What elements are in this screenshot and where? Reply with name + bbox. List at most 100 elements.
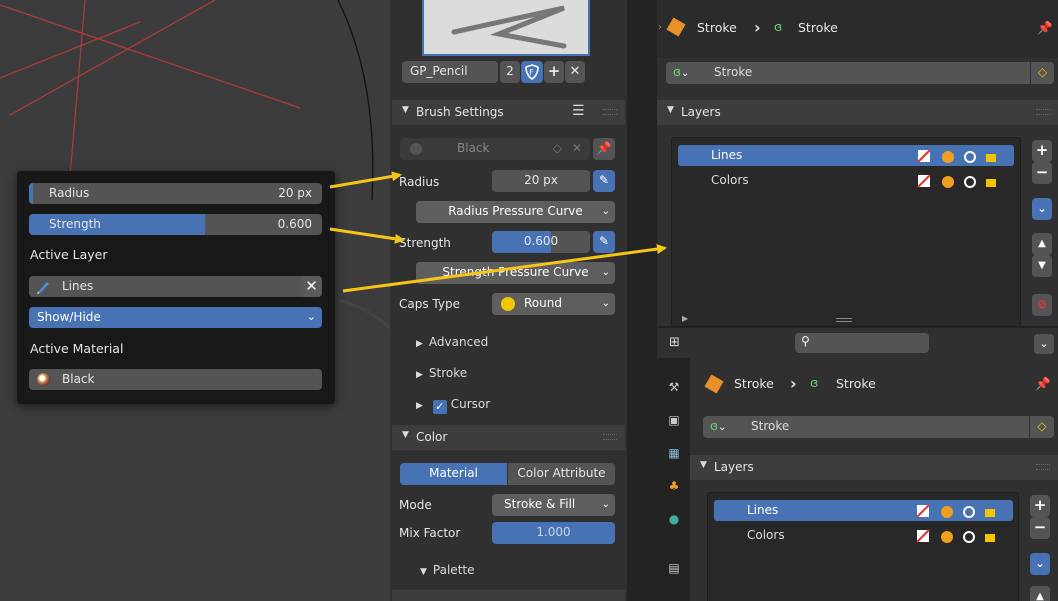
strength-pressure-icon[interactable]: ✎ [593,231,615,253]
remove-layer-button[interactable]: − [1032,162,1052,184]
active-layer-heading: Active Layer [30,247,108,262]
strength-value: 0.600 [523,234,559,248]
world-tab-icon[interactable]: ● [664,512,684,532]
tab-color-attribute[interactable]: Color Attribute [508,463,615,485]
remove-layer-button[interactable]: − [1030,517,1050,539]
caps-type-dropdown[interactable]: Round ⌄ [492,293,615,315]
crumb-data: Stroke [798,20,838,35]
mix-factor-field[interactable]: 1.000 [492,522,615,544]
data-browse-button[interactable]: ɞ⌄ [666,62,711,84]
layer-name: Lines [747,503,779,517]
show-hide-dropdown[interactable]: Show/Hide ⌄ [29,307,322,328]
collapsed-triangle-icon: ▶ [416,401,423,411]
editor-type-icon[interactable]: ⊞ [669,335,680,350]
cursor-subpanel[interactable]: ▶ ✓ Cursor [416,397,490,414]
chevron-down-icon: ⌄ [601,499,610,510]
pin-icon[interactable]: 📌 [1035,376,1051,392]
brush-name-field[interactable]: GP_Pencil [402,61,498,83]
crumb-object: Stroke [697,20,737,35]
expanded-triangle-icon: ▼ [700,460,707,470]
radius-field[interactable]: 20 px [492,170,590,192]
active-material-field[interactable]: Black [29,369,322,390]
data-browse-button[interactable]: ɞ⌄ [703,416,748,438]
move-down-button[interactable]: ▼ [1032,255,1052,277]
search-icon: ⚲ [801,334,810,348]
layer-toggle-icons[interactable] [916,503,1005,519]
list-item[interactable]: Lines [714,500,1013,521]
svg-text:F: F [529,68,534,77]
layer-toggle-icons[interactable] [917,173,1006,189]
tab-material[interactable]: Material [400,463,507,485]
list-item[interactable]: Colors [714,525,1013,546]
add-layer-button[interactable]: + [1032,140,1052,162]
tool-tab-icon[interactable]: ⚒ [664,380,684,400]
radius-curve-label: Radius Pressure Curve [448,204,583,218]
user-count[interactable]: 2 [500,61,520,83]
stroke-data-icon: ɞ [810,375,819,390]
scene-tab-icon[interactable]: ♣ [664,479,684,499]
next-section-header[interactable] [392,590,625,601]
radius-pressure-icon[interactable]: ✎ [593,170,615,192]
unlink-brush-button[interactable]: ✕ [565,61,585,83]
fake-user-shield-icon[interactable]: F [521,61,543,83]
radius-slider[interactable]: Radius 20 px [29,183,322,204]
add-layer-button[interactable]: + [1030,495,1050,517]
layer-name: Lines [711,148,743,162]
cursor-checkbox[interactable]: ✓ [432,400,447,414]
options-dropdown[interactable]: ⌄ [1034,334,1054,354]
strength-curve-dropdown[interactable]: Strength Pressure Curve ⌄ [416,262,615,284]
clear-layer-button[interactable]: ✕ [301,276,322,297]
radius-curve-dropdown[interactable]: Radius Pressure Curve ⌄ [416,201,615,223]
move-up-button[interactable]: ▲ [1030,586,1050,601]
collapsed-triangle-icon[interactable]: ▶ [682,314,688,323]
brush-settings-header[interactable]: ▼ Brush Settings ☰ [392,100,625,125]
move-up-button[interactable]: ▲ [1032,233,1052,255]
mode-dropdown[interactable]: Stroke & Fill ⌄ [492,494,615,516]
drag-grip-icon[interactable] [1036,109,1050,115]
layers-list[interactable]: Lines Colors ▶ [671,137,1021,327]
layer-specials-button[interactable]: ⌄ [1030,553,1050,575]
stroke-subpanel[interactable]: ▶ Stroke [416,366,467,380]
resize-grip-icon[interactable] [836,318,852,322]
layer-toggle-icons[interactable] [917,148,1006,164]
brush-stroke-preview-icon [451,5,567,49]
strength-slider[interactable]: 0.600 [492,231,590,253]
list-item[interactable]: Colors [678,170,1014,191]
strength-label: Strength [399,236,451,250]
brush-material-field[interactable]: Black ◇ ✕ [400,138,590,160]
drag-grip-icon[interactable] [1036,464,1050,470]
strength-slider[interactable]: Strength 0.600 [29,214,322,235]
fake-user-shield-icon[interactable]: ◇ [1030,416,1054,438]
data-name-field[interactable]: Stroke [743,416,1029,438]
fake-user-shield-icon[interactable]: ◇ [1031,62,1054,84]
brush-properties-panel: GP_Pencil 2 F + ✕ ▼ Brush Settings ☰ Bla… [390,0,627,601]
new-brush-button[interactable]: + [544,61,564,83]
list-item[interactable]: Lines [678,145,1014,166]
color-header[interactable]: ▼ Color [392,425,625,450]
pin-icon[interactable]: 📌 [1037,20,1053,36]
list-icon[interactable]: ☰ [572,103,585,119]
expanded-triangle-icon: ▼ [420,567,427,577]
crumb-separator-icon: › [754,18,761,37]
layers-header[interactable]: ▼ Layers [657,100,1058,125]
layer-specials-button[interactable]: ⌄ [1032,198,1052,220]
layers-header[interactable]: ▼ Layers [690,455,1058,480]
advanced-subpanel[interactable]: ▶ Advanced [416,335,488,349]
show-hide-value: Show/Hide [37,310,101,324]
data-name-field[interactable]: Stroke [706,62,1030,84]
layer-name: Colors [711,173,749,187]
chevron-down-icon: ⌄ [601,298,610,309]
layers-list[interactable]: Lines Colors [707,492,1019,601]
brush-preview[interactable] [422,0,590,56]
layer-toggle-icons[interactable] [916,528,1005,544]
drag-grip-icon[interactable] [603,434,617,440]
isolate-layer-icon[interactable]: ⊘ [1032,294,1052,316]
drag-grip-icon[interactable] [603,109,617,115]
collection-tab-icon[interactable]: ▤ [664,561,684,581]
search-input[interactable]: ⚲ [795,333,929,353]
pin-icon[interactable]: 📌 [593,138,615,160]
render-tab-icon[interactable]: ▣ [664,413,684,433]
active-layer-field[interactable]: Lines ✕ [29,276,322,297]
palette-subpanel[interactable]: ▼ Palette [420,563,474,577]
output-tab-icon[interactable]: ▦ [664,446,684,466]
